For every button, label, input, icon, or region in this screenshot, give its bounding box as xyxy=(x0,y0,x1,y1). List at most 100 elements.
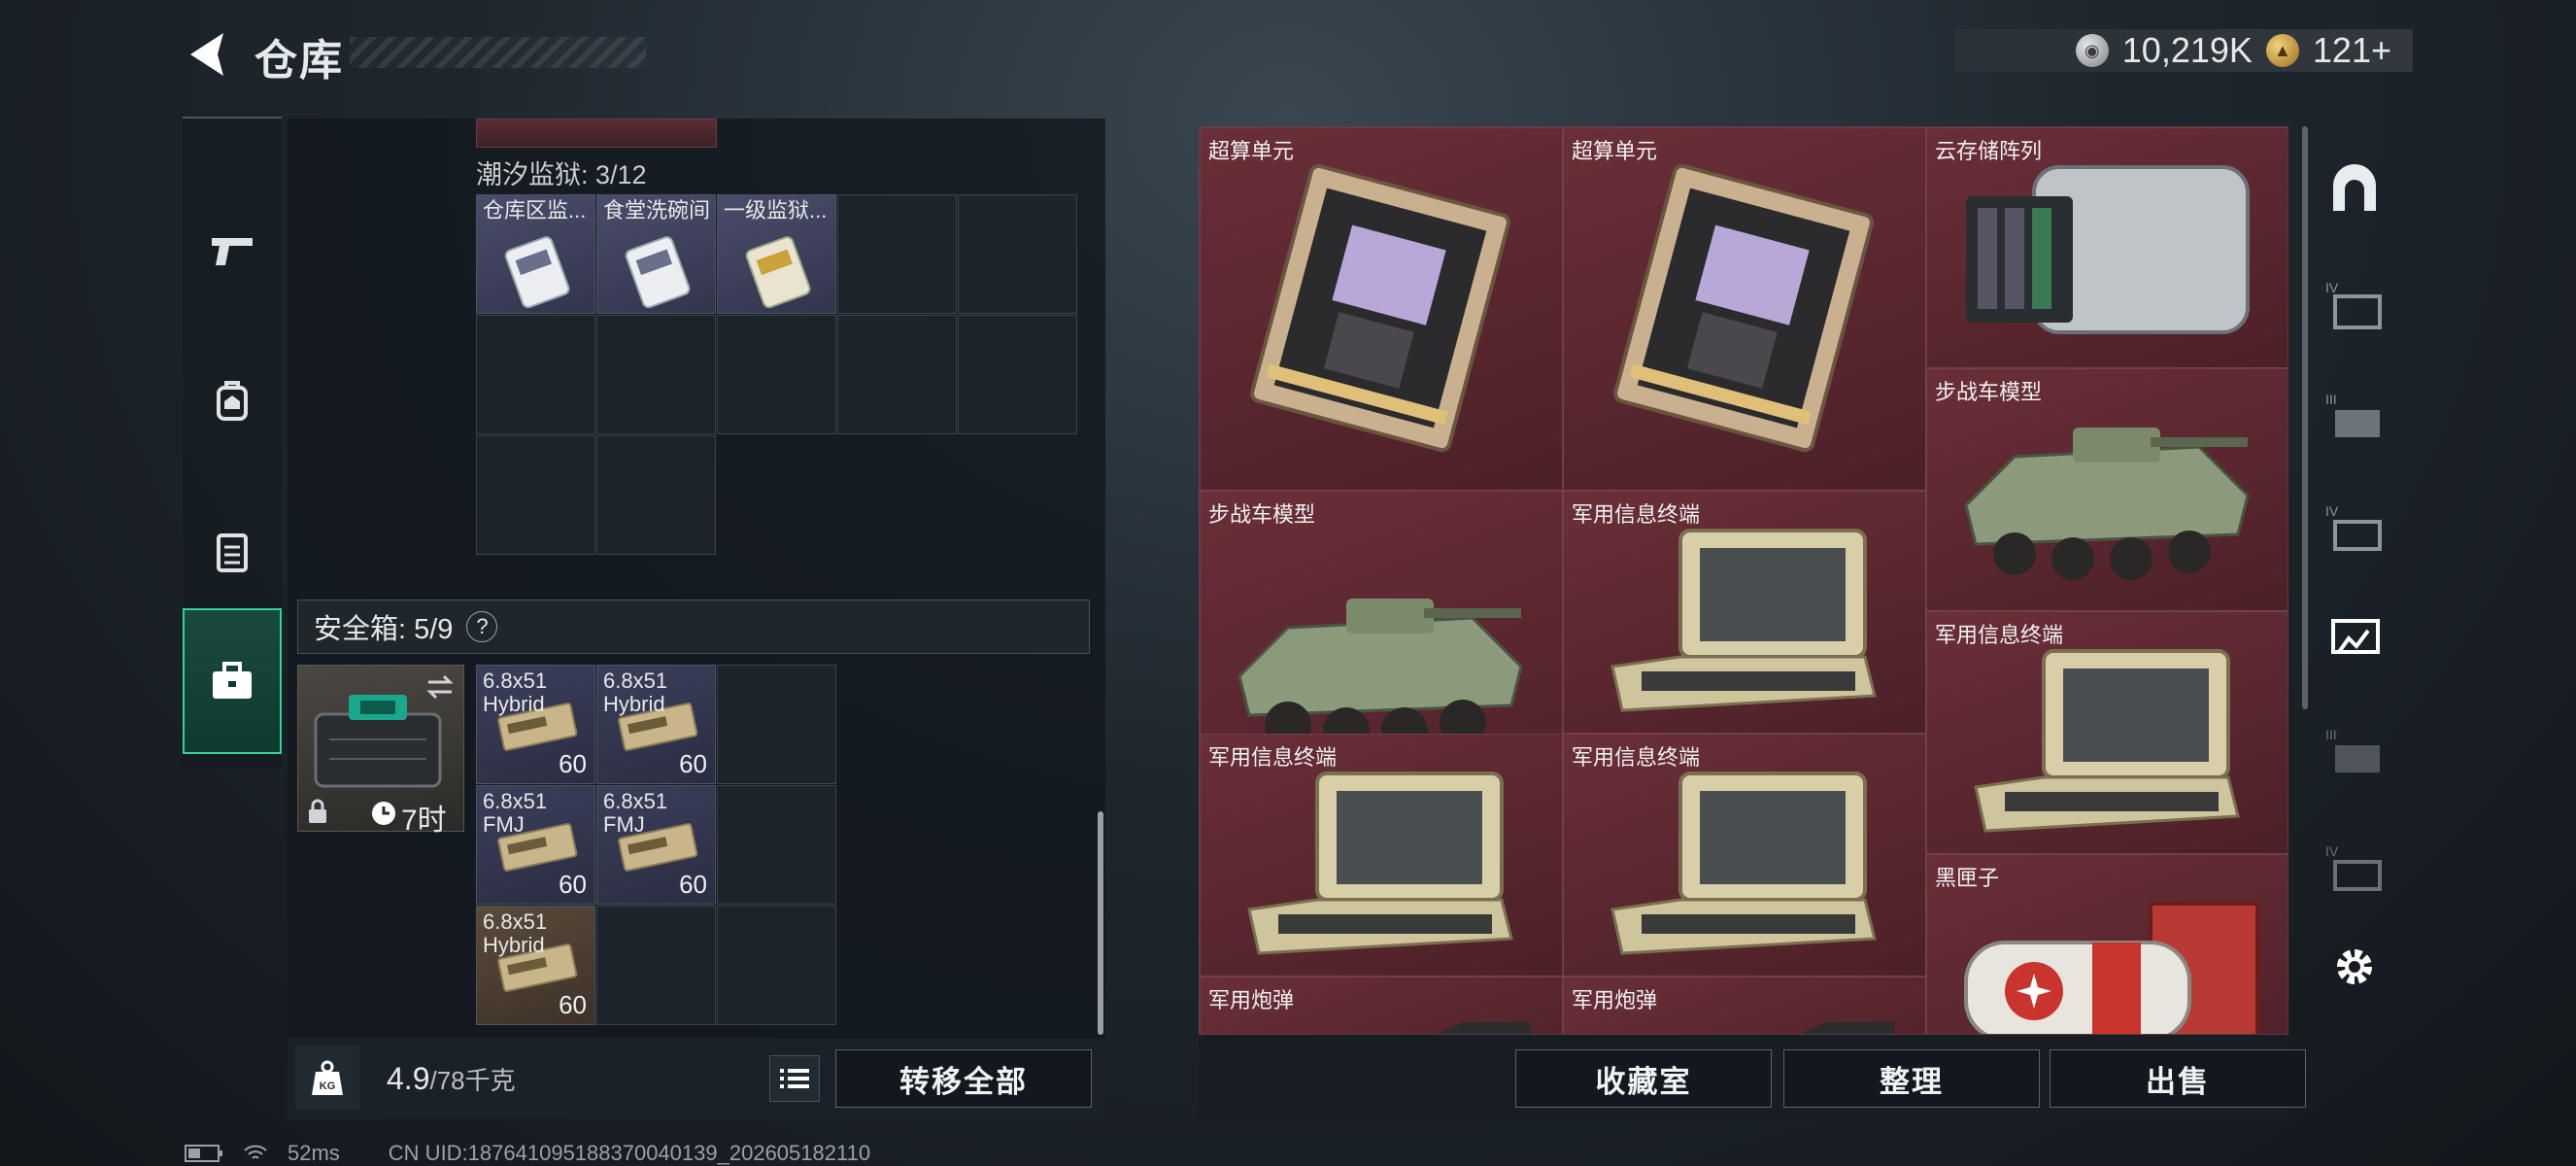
ammo-type: FMJ xyxy=(483,813,525,837)
compute-unit-icon xyxy=(1250,163,1510,453)
empty-slot[interactable] xyxy=(717,906,836,1025)
tools-icon: III xyxy=(2325,392,2380,437)
empty-slot[interactable] xyxy=(837,315,957,434)
ammo-item-card[interactable]: 6.8x51 Hybrid 60 xyxy=(476,906,595,1025)
all-items-tab[interactable] xyxy=(2316,146,2393,233)
tools-icon: III xyxy=(2325,727,2380,772)
stash-item-card[interactable]: 步战车模型 xyxy=(1926,368,2288,611)
military-terminal-icon xyxy=(1610,529,1877,712)
transfer-all-button[interactable]: 转移全部 xyxy=(835,1049,1092,1108)
tier-tab[interactable]: III xyxy=(2316,374,2393,462)
tier-tab[interactable]: III xyxy=(2316,709,2393,797)
stash-item-card[interactable]: 军用信息终端 xyxy=(1926,611,2288,854)
empty-slot[interactable] xyxy=(476,435,595,555)
tier-tab[interactable]: IV xyxy=(2316,826,2393,913)
ammo-caliber: 6.8x51 xyxy=(603,790,668,813)
ammo-caliber: 6.8x51 xyxy=(483,790,548,813)
ammo-type: Hybrid xyxy=(603,693,665,716)
weapon-tab[interactable] xyxy=(183,177,282,323)
help-icon[interactable]: ? xyxy=(466,611,498,642)
empty-slot[interactable] xyxy=(958,194,1077,314)
settings-button[interactable] xyxy=(2316,923,2393,1011)
empty-slot[interactable] xyxy=(596,906,716,1025)
stash-item-card[interactable]: 超算单元 xyxy=(1563,127,1926,491)
key-item-card[interactable]: 仓库区监... xyxy=(476,194,595,314)
stash-category-rail: IV III IV III IV xyxy=(2316,126,2393,1020)
ammo-item-card[interactable]: 6.8x51 Hybrid 60 xyxy=(596,665,716,784)
empty-slot[interactable] xyxy=(596,315,716,434)
stash-item-card[interactable]: 云存储阵列 xyxy=(1926,127,2288,368)
ammo-quantity: 60 xyxy=(559,990,587,1019)
safe-box-timer: 7时 xyxy=(401,805,447,837)
tier-label: IV xyxy=(2325,280,2339,295)
silver-coin-icon: ◉ xyxy=(2075,34,2109,67)
empty-slot[interactable] xyxy=(476,315,595,434)
item-label: 仓库区监... xyxy=(483,199,587,223)
ping-readout: 52ms xyxy=(288,1141,340,1165)
briefcase-icon xyxy=(213,662,252,699)
stash-item-card[interactable]: 超算单元 xyxy=(1200,127,1563,491)
swap-icon[interactable] xyxy=(424,673,456,701)
ammo-item-card[interactable]: 6.8x51 FMJ 60 xyxy=(596,785,716,905)
prison-container-title: 潮汐监狱: 3/12 xyxy=(476,160,647,189)
electronics-tab[interactable] xyxy=(2316,593,2393,680)
page-title: 仓库 xyxy=(254,37,344,85)
empty-slot[interactable] xyxy=(717,665,836,784)
empty-slot[interactable] xyxy=(596,435,716,555)
backpack-icon xyxy=(217,381,248,421)
keycard-icon xyxy=(504,236,570,309)
empty-slot[interactable] xyxy=(958,315,1077,434)
key-item-card[interactable]: 一级监狱... xyxy=(717,194,836,314)
ammo-item-card[interactable]: 6.8x51 FMJ 60 xyxy=(476,785,595,905)
item-label: 一级监狱... xyxy=(724,199,828,223)
ammo-item-card[interactable]: 6.8x51 Hybrid 60 xyxy=(476,665,595,784)
safe-case-icon xyxy=(314,695,442,788)
status-footer: 52ms CN UID:187641095188370040139_202605… xyxy=(185,1141,870,1166)
safe-box-header: 安全箱: 5/9 ? xyxy=(297,600,1090,654)
organize-button[interactable]: 整理 xyxy=(1783,1049,2040,1108)
list-view-button[interactable] xyxy=(769,1055,820,1102)
ammo-type: FMJ xyxy=(603,813,645,837)
backpack-tab[interactable] xyxy=(183,328,282,474)
black-box-icon xyxy=(1964,902,2259,1034)
ammo-type: Hybrid xyxy=(483,934,545,957)
stash-item-card[interactable]: 军用炮弹 xyxy=(1200,977,1563,1034)
electronics-icon xyxy=(2331,619,2380,654)
sell-button[interactable]: 出售 xyxy=(2050,1049,2306,1108)
tier-tab[interactable]: IV xyxy=(2316,486,2393,573)
empty-slot[interactable] xyxy=(717,315,836,434)
case-tab[interactable] xyxy=(183,608,282,754)
stash-item-card[interactable]: 军用信息终端 xyxy=(1563,734,1926,977)
svg-text:KG: KG xyxy=(320,1080,336,1092)
tier-label: III xyxy=(2325,727,2337,742)
stash-item-card[interactable]: 军用信息终端 xyxy=(1200,734,1563,977)
ammo-quantity: 60 xyxy=(679,870,707,899)
partial-item-row[interactable] xyxy=(476,119,717,148)
stash-item-card[interactable]: 黑匣子 xyxy=(1926,854,2288,1034)
safe-box-slot[interactable]: 7时 xyxy=(297,665,464,837)
gold-coin-icon: ▲ xyxy=(2265,34,2299,67)
artillery-shell-icon xyxy=(1801,1022,1894,1034)
stash-scrollbar[interactable] xyxy=(2302,126,2308,709)
key-item-card[interactable]: 食堂洗碗间 xyxy=(596,194,716,314)
tier-label: III xyxy=(2325,392,2337,407)
vest-tab[interactable] xyxy=(183,478,282,624)
item-label: 食堂洗碗间 xyxy=(603,199,711,223)
back-arrow-icon[interactable] xyxy=(185,29,227,80)
gear-icon xyxy=(2337,949,2372,984)
container-scrollbar[interactable] xyxy=(1098,811,1103,1035)
stash-item-card[interactable]: 军用炮弹 xyxy=(1563,977,1926,1034)
item-label: 黑匣子 xyxy=(1935,866,2000,890)
empty-slot[interactable] xyxy=(837,194,957,314)
arch-icon xyxy=(2333,164,2376,211)
ammo-caliber: 6.8x51 xyxy=(483,669,548,693)
keycard-icon xyxy=(745,236,811,309)
collection-room-button[interactable]: 收藏室 xyxy=(1515,1049,1772,1108)
stash-item-card[interactable]: 军用信息终端 xyxy=(1563,491,1926,734)
ammo-caliber: 6.8x51 xyxy=(603,669,668,693)
artillery-shell-icon xyxy=(1438,1022,1531,1034)
tier-tab[interactable]: IV xyxy=(2316,262,2393,350)
ammo-quantity: 60 xyxy=(559,870,587,899)
empty-slot[interactable] xyxy=(717,785,836,905)
safe-box-title: 安全箱: 5/9 xyxy=(314,614,454,645)
